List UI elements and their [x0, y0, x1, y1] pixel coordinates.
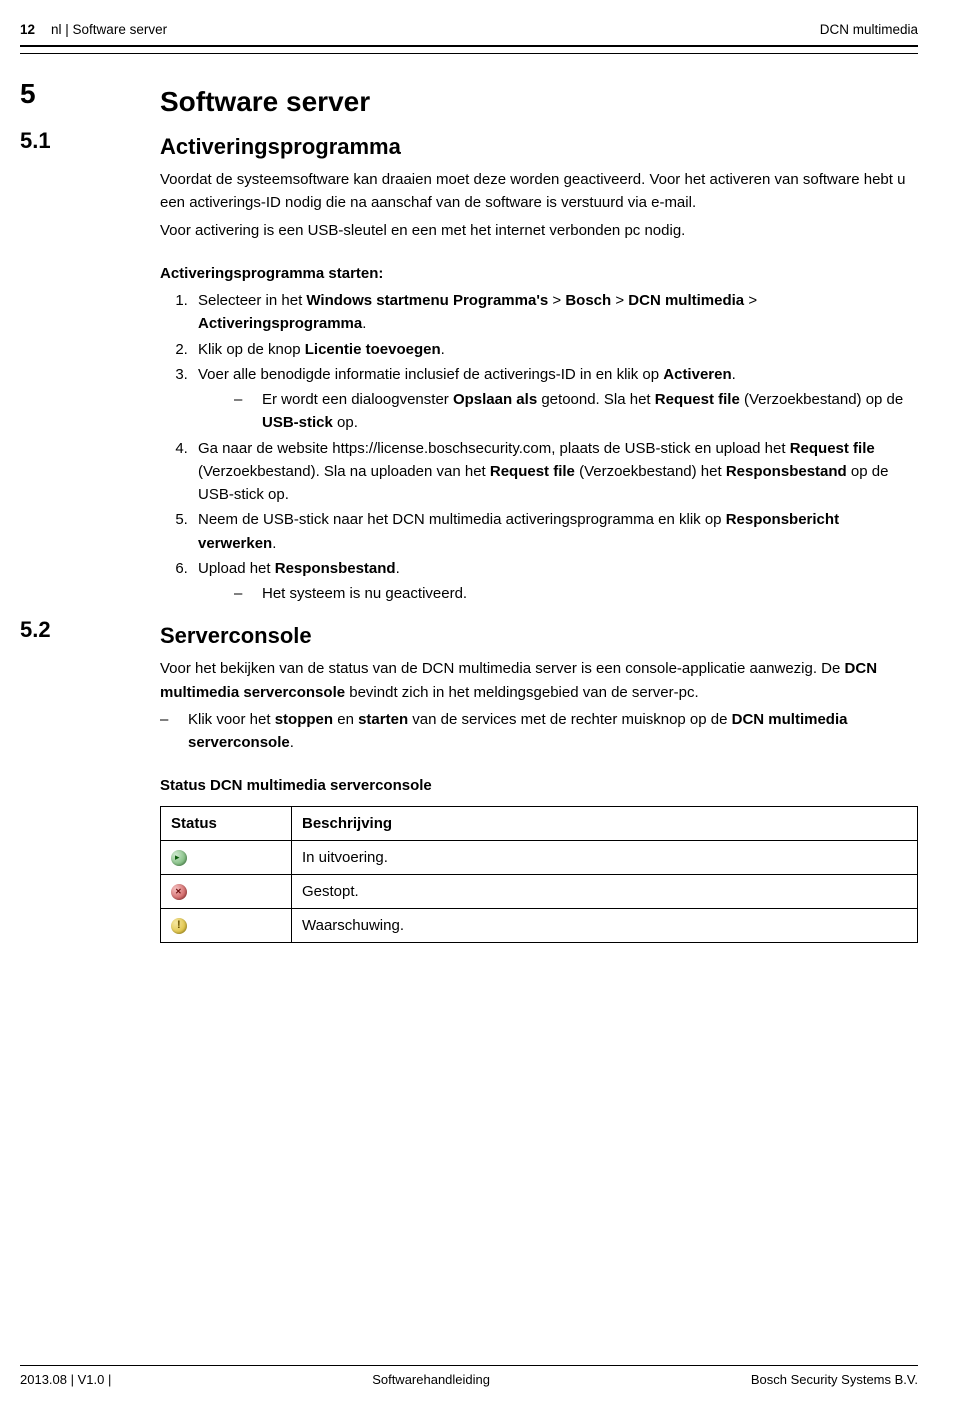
text: Klik op de knop: [198, 341, 305, 358]
cell-desc: Gestopt.: [292, 874, 918, 908]
text: en: [333, 711, 358, 728]
text: (Verzoekbestand) het: [575, 463, 726, 480]
section-5-1-title: Activeringsprogramma: [160, 134, 918, 160]
section-5-number: 5: [20, 78, 160, 110]
text: Selecteer in het: [198, 292, 306, 309]
text-bold: Activeringsprogramma: [198, 315, 362, 332]
section-5-1-number: 5.1: [20, 128, 160, 154]
text-bold: Windows startmenu Programma's: [306, 292, 548, 309]
cell-desc: In uitvoering.: [292, 840, 918, 874]
step-6: Upload het Responsbestand. Het systeem i…: [192, 557, 918, 606]
start-heading: Activeringsprogramma starten:: [160, 265, 383, 282]
running-icon: [171, 850, 187, 866]
footer-left: 2013.08 | V1.0 |: [20, 1372, 111, 1387]
table-row: Gestopt.: [161, 874, 918, 908]
footer-right: Bosch Security Systems B.V.: [751, 1372, 918, 1387]
text: Neem de USB-stick naar het DCN multimedi…: [198, 511, 726, 528]
breadcrumb: nl | Software server: [51, 22, 167, 37]
text-bold: Activeren: [663, 366, 731, 383]
text: getoond. Sla het: [537, 391, 655, 408]
text-bold: Request file: [490, 463, 575, 480]
text-bold: Bosch: [565, 292, 611, 309]
serverconsole-paragraph: Voor het bekijken van de status van de D…: [160, 657, 918, 704]
text: .: [732, 366, 736, 383]
footer-center: Softwarehandleiding: [372, 1372, 490, 1387]
text-bold: Request file: [655, 391, 740, 408]
text: Klik voor het: [188, 711, 275, 728]
text-bold: starten: [358, 711, 408, 728]
text: op.: [333, 414, 358, 431]
page-number: 12: [20, 22, 35, 37]
step-1: Selecteer in het Windows startmenu Progr…: [192, 289, 918, 336]
text: Er wordt een dialoogvenster: [262, 391, 453, 408]
text: (Verzoekbestand) op de: [740, 391, 903, 408]
intro-paragraph-1: Voordat de systeemsoftware kan draaien m…: [160, 168, 918, 215]
page-header: 12 nl | Software server DCN multimedia: [20, 20, 918, 43]
section-5-title: Software server: [160, 86, 918, 118]
step-3-sub: Er wordt een dialoogvenster Opslaan als …: [234, 388, 918, 435]
text-bold: Responsbestand: [275, 560, 396, 577]
step-6-sub: Het systeem is nu geactiveerd.: [234, 582, 918, 605]
text: .: [272, 535, 276, 552]
text: .: [441, 341, 445, 358]
table-row: Waarschuwing.: [161, 908, 918, 942]
text-bold: Opslaan als: [453, 391, 537, 408]
text: >: [744, 292, 757, 309]
text-bold: DCN multimedia: [628, 292, 744, 309]
step-3: Voer alle benodigde informatie inclusief…: [192, 363, 918, 435]
status-table: Status Beschrijving In uitvoering. Gesto…: [160, 806, 918, 943]
text-bold: Responsbestand: [726, 463, 847, 480]
warning-icon: [171, 918, 187, 934]
stopped-icon: [171, 884, 187, 900]
divider-thin: [20, 53, 918, 54]
intro-paragraph-2: Voor activering is een USB-sleutel en ee…: [160, 219, 918, 242]
table-row: In uitvoering.: [161, 840, 918, 874]
status-table-heading: Status DCN multimedia serverconsole: [160, 777, 432, 794]
text: .: [290, 734, 294, 751]
text: Voor het bekijken van de status van de D…: [160, 660, 845, 677]
text-bold: USB-stick: [262, 414, 333, 431]
divider-thick: [20, 45, 918, 47]
text-bold: Request file: [790, 440, 875, 457]
step-4: Ga naar de website https://license.bosch…: [192, 437, 918, 507]
text: >: [611, 292, 628, 309]
text-bold: Licentie toevoegen: [305, 341, 441, 358]
th-description: Beschrijving: [292, 806, 918, 840]
text: Voer alle benodigde informatie inclusief…: [198, 366, 663, 383]
page-footer: 2013.08 | V1.0 | Softwarehandleiding Bos…: [20, 1365, 918, 1387]
activation-steps: Selecteer in het Windows startmenu Progr…: [160, 289, 918, 605]
cell-desc: Waarschuwing.: [292, 908, 918, 942]
section-5-2-number: 5.2: [20, 617, 160, 643]
text: van de services met de rechter muisknop …: [408, 711, 732, 728]
text: bevindt zich in het meldingsgebied van d…: [345, 684, 699, 701]
text: Upload het: [198, 560, 275, 577]
text: .: [396, 560, 400, 577]
serverconsole-bullet: Klik voor het stoppen en starten van de …: [160, 708, 918, 755]
step-2: Klik op de knop Licentie toevoegen.: [192, 338, 918, 361]
product-name: DCN multimedia: [820, 22, 918, 37]
text: .: [362, 315, 366, 332]
text: (Verzoekbestand). Sla na uploaden van he…: [198, 463, 490, 480]
step-5: Neem de USB-stick naar het DCN multimedi…: [192, 508, 918, 555]
section-5-2-title: Serverconsole: [160, 623, 918, 649]
text: Ga naar de website https://license.bosch…: [198, 440, 790, 457]
th-status: Status: [161, 806, 292, 840]
text-bold: stoppen: [275, 711, 333, 728]
text: >: [548, 292, 565, 309]
